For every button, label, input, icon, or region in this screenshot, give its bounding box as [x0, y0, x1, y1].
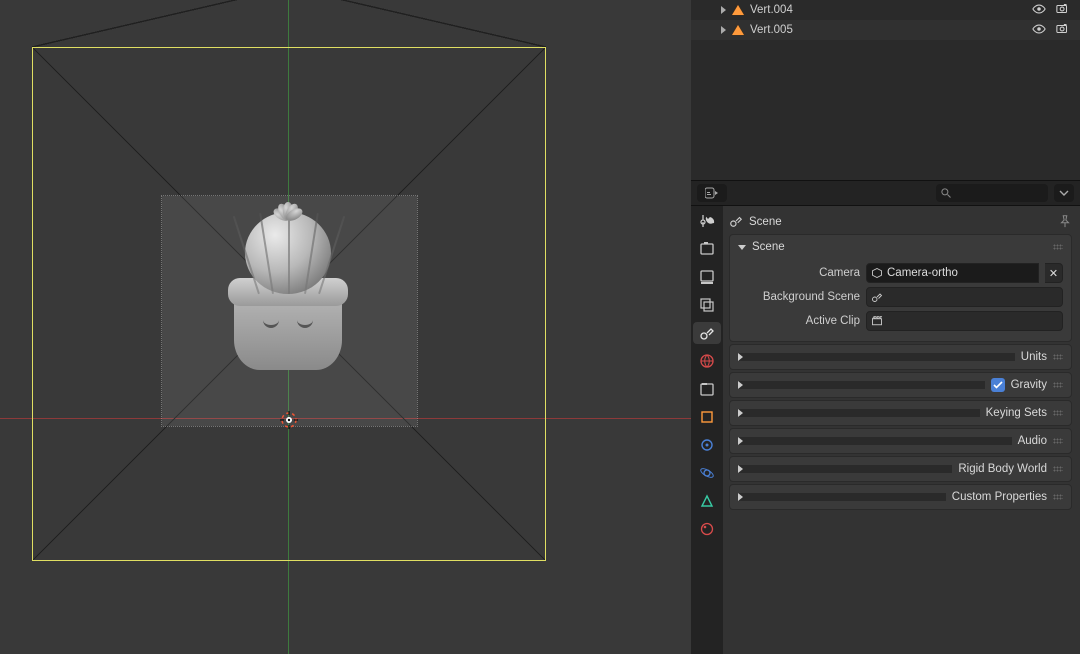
tab-world[interactable] [693, 350, 721, 372]
panel-gravity: Gravity [729, 372, 1072, 398]
visibility-toggle[interactable] [1032, 2, 1046, 19]
panel-header-keyingsets[interactable]: Keying Sets [730, 401, 1071, 425]
mesh-preview [218, 200, 358, 400]
camera-icon [871, 267, 883, 279]
model-cactus-body [245, 212, 331, 294]
drag-handle-icon[interactable] [1053, 494, 1063, 500]
disclosure-icon[interactable] [721, 6, 726, 14]
panel-rigidbody: Rigid Body World [729, 456, 1072, 482]
viewport-3d[interactable] [0, 0, 691, 654]
tab-physics[interactable] [693, 462, 721, 484]
movieclip-icon [871, 315, 883, 327]
outliner[interactable]: Vert.004 Vert.005 [691, 0, 1080, 180]
input-camera[interactable]: Camera-ortho [866, 263, 1039, 283]
chevron-right-icon [738, 493, 946, 501]
panel-customprops: Custom Properties [729, 484, 1072, 510]
tab-render[interactable] [693, 238, 721, 260]
camera-top-edges [32, 0, 546, 47]
panel-audio: Audio [729, 428, 1072, 454]
mesh-object-icon [732, 25, 744, 35]
input-bgscene[interactable] [866, 287, 1063, 307]
clear-camera-button[interactable]: ✕ [1045, 263, 1063, 283]
disclosure-icon[interactable] [721, 26, 726, 34]
panel-title: Audio [1018, 435, 1047, 447]
properties-content: Scene Scene Camera Camera [723, 206, 1080, 654]
panel-title: Keying Sets [986, 407, 1047, 419]
panel-units: Units [729, 344, 1072, 370]
outliner-row[interactable]: Vert.004 [691, 0, 1080, 20]
cursor-3d-icon [280, 411, 298, 434]
chevron-right-icon [738, 465, 952, 473]
visibility-toggle[interactable] [1032, 22, 1046, 39]
drag-handle-icon[interactable] [1053, 354, 1063, 360]
panel-title: Custom Properties [952, 491, 1047, 503]
drag-handle-icon[interactable] [1053, 244, 1063, 250]
tab-collection[interactable] [693, 378, 721, 400]
tab-material[interactable] [693, 518, 721, 540]
right-panel: Vert.004 Vert.005 [691, 0, 1080, 654]
outliner-object-name[interactable]: Vert.005 [750, 24, 793, 36]
properties-header [691, 180, 1080, 206]
tab-viewlayer[interactable] [693, 294, 721, 316]
panel-header-customprops[interactable]: Custom Properties [730, 485, 1071, 509]
panel-title: Scene [752, 241, 785, 253]
properties-body: Scene Scene Camera Camera [691, 206, 1080, 654]
panel-header-units[interactable]: Units [730, 345, 1071, 369]
properties-breadcrumb: Scene [729, 210, 1072, 234]
panel-header-rigidbody[interactable]: Rigid Body World [730, 457, 1071, 481]
chevron-right-icon [738, 353, 1015, 361]
outliner-row[interactable]: Vert.005 [691, 20, 1080, 40]
tab-mesh[interactable] [693, 490, 721, 512]
chevron-down-icon [1059, 188, 1069, 198]
panel-header-audio[interactable]: Audio [730, 429, 1071, 453]
tab-tool[interactable] [693, 210, 721, 232]
panel-title: Units [1021, 351, 1047, 363]
input-camera-value: Camera-ortho [887, 267, 958, 279]
tab-scene[interactable] [693, 322, 721, 344]
chevron-right-icon [738, 437, 1012, 445]
mesh-object-icon [732, 5, 744, 15]
panel-title: Gravity [1011, 379, 1047, 391]
model-flower [269, 200, 307, 222]
drag-handle-icon[interactable] [1053, 466, 1063, 472]
search-icon [940, 187, 952, 199]
label-activeclip: Active Clip [738, 315, 860, 327]
tab-object[interactable] [693, 406, 721, 428]
panel-keyingsets: Keying Sets [729, 400, 1072, 426]
render-toggle[interactable] [1056, 22, 1070, 39]
pin-icon[interactable] [1058, 214, 1072, 231]
drag-handle-icon[interactable] [1053, 382, 1063, 388]
properties-tabs [691, 206, 723, 654]
panel-scene: Scene Camera Camera-ortho ✕ Background S… [729, 234, 1072, 342]
label-camera: Camera [738, 267, 860, 279]
panel-header-gravity[interactable]: Gravity [730, 373, 1071, 397]
tab-output[interactable] [693, 266, 721, 288]
chevron-right-icon [738, 409, 980, 417]
chevron-down-icon [738, 245, 746, 250]
check-icon [993, 380, 1003, 390]
outliner-object-name[interactable]: Vert.004 [750, 4, 793, 16]
tab-constraints[interactable] [693, 434, 721, 456]
chevron-right-icon [738, 381, 985, 389]
breadcrumb-label[interactable]: Scene [749, 216, 782, 228]
scene-icon [729, 214, 743, 231]
properties-search[interactable] [936, 184, 1048, 202]
properties-filter[interactable] [1054, 184, 1074, 202]
gravity-checkbox[interactable] [991, 378, 1005, 392]
label-bgscene: Background Scene [738, 291, 860, 303]
input-activeclip[interactable] [866, 311, 1063, 331]
scene-icon [871, 291, 883, 303]
drag-handle-icon[interactable] [1053, 410, 1063, 416]
panel-title: Rigid Body World [958, 463, 1047, 475]
panel-header-scene[interactable]: Scene [730, 235, 1071, 259]
editor-type-select[interactable] [697, 184, 727, 202]
render-toggle[interactable] [1056, 2, 1070, 19]
drag-handle-icon[interactable] [1053, 438, 1063, 444]
